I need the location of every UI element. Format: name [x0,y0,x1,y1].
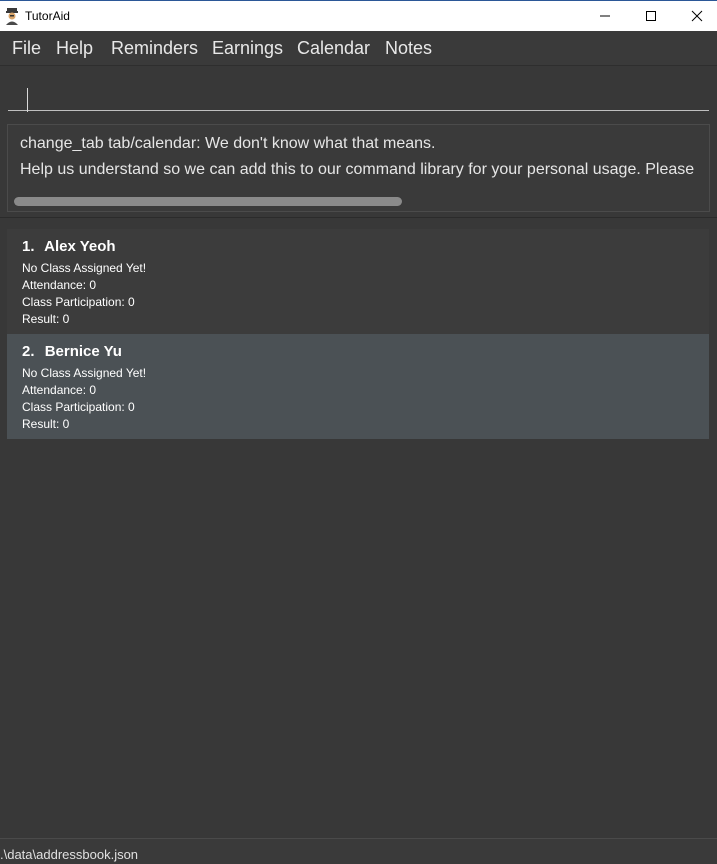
student-card[interactable]: 1. Alex Yeoh No Class Assigned Yet! Atte… [7,229,709,334]
class-status: No Class Assigned Yet! [22,366,147,380]
attendance: Attendance: 0 [22,383,97,397]
result-message-line-2: Help us understand so we can add this to… [20,161,695,178]
maximize-icon [646,11,656,21]
menu-help[interactable]: Help [56,38,93,59]
student-name-row: 2. Bernice Yu [22,343,122,360]
attendance: Attendance: 0 [22,278,97,292]
student-name: Bernice Yu [44,343,122,360]
close-icon [691,10,703,22]
student-list: 1. Alex Yeoh No Class Assigned Yet! Atte… [0,218,717,838]
result: Result: 0 [22,312,70,326]
command-input[interactable] [8,76,709,112]
app-icon [6,8,18,25]
title-bar: TutorAid [0,0,717,31]
save-file-path: .\data\addressbook.json [0,847,139,862]
minimize-button[interactable] [582,1,628,31]
maximize-button[interactable] [628,1,674,31]
text-caret [27,88,28,112]
menu-earnings[interactable]: Earnings [212,38,283,59]
minimize-icon [600,15,610,17]
menu-bar: File Help Reminders Earnings Calendar No… [0,31,717,66]
class-status: No Class Assigned Yet! [22,261,147,275]
result: Result: 0 [22,417,70,431]
student-index: 2. [22,343,35,360]
class-participation: Class Participation: 0 [22,295,135,309]
class-participation: Class Participation: 0 [22,400,135,414]
menu-calendar[interactable]: Calendar [297,38,370,59]
result-text-area[interactable]: change_tab tab/calendar: We don't know w… [7,124,710,212]
result-display: change_tab tab/calendar: We don't know w… [0,118,717,218]
horizontal-scrollbar[interactable] [14,197,402,206]
menu-file[interactable]: File [12,38,41,59]
student-name-row: 1. Alex Yeoh [22,238,116,255]
student-index: 1. [22,238,35,255]
menu-reminders[interactable]: Reminders [111,38,198,59]
close-button[interactable] [674,1,717,31]
command-box [0,66,717,118]
result-message-line-1: change_tab tab/calendar: We don't know w… [20,135,436,152]
status-bar: .\data\addressbook.json [0,838,717,864]
menu-notes[interactable]: Notes [385,38,432,59]
student-name: Alex Yeoh [44,238,116,255]
window-title: TutorAid [25,9,70,23]
student-card-selected[interactable]: 2. Bernice Yu No Class Assigned Yet! Att… [7,334,709,439]
